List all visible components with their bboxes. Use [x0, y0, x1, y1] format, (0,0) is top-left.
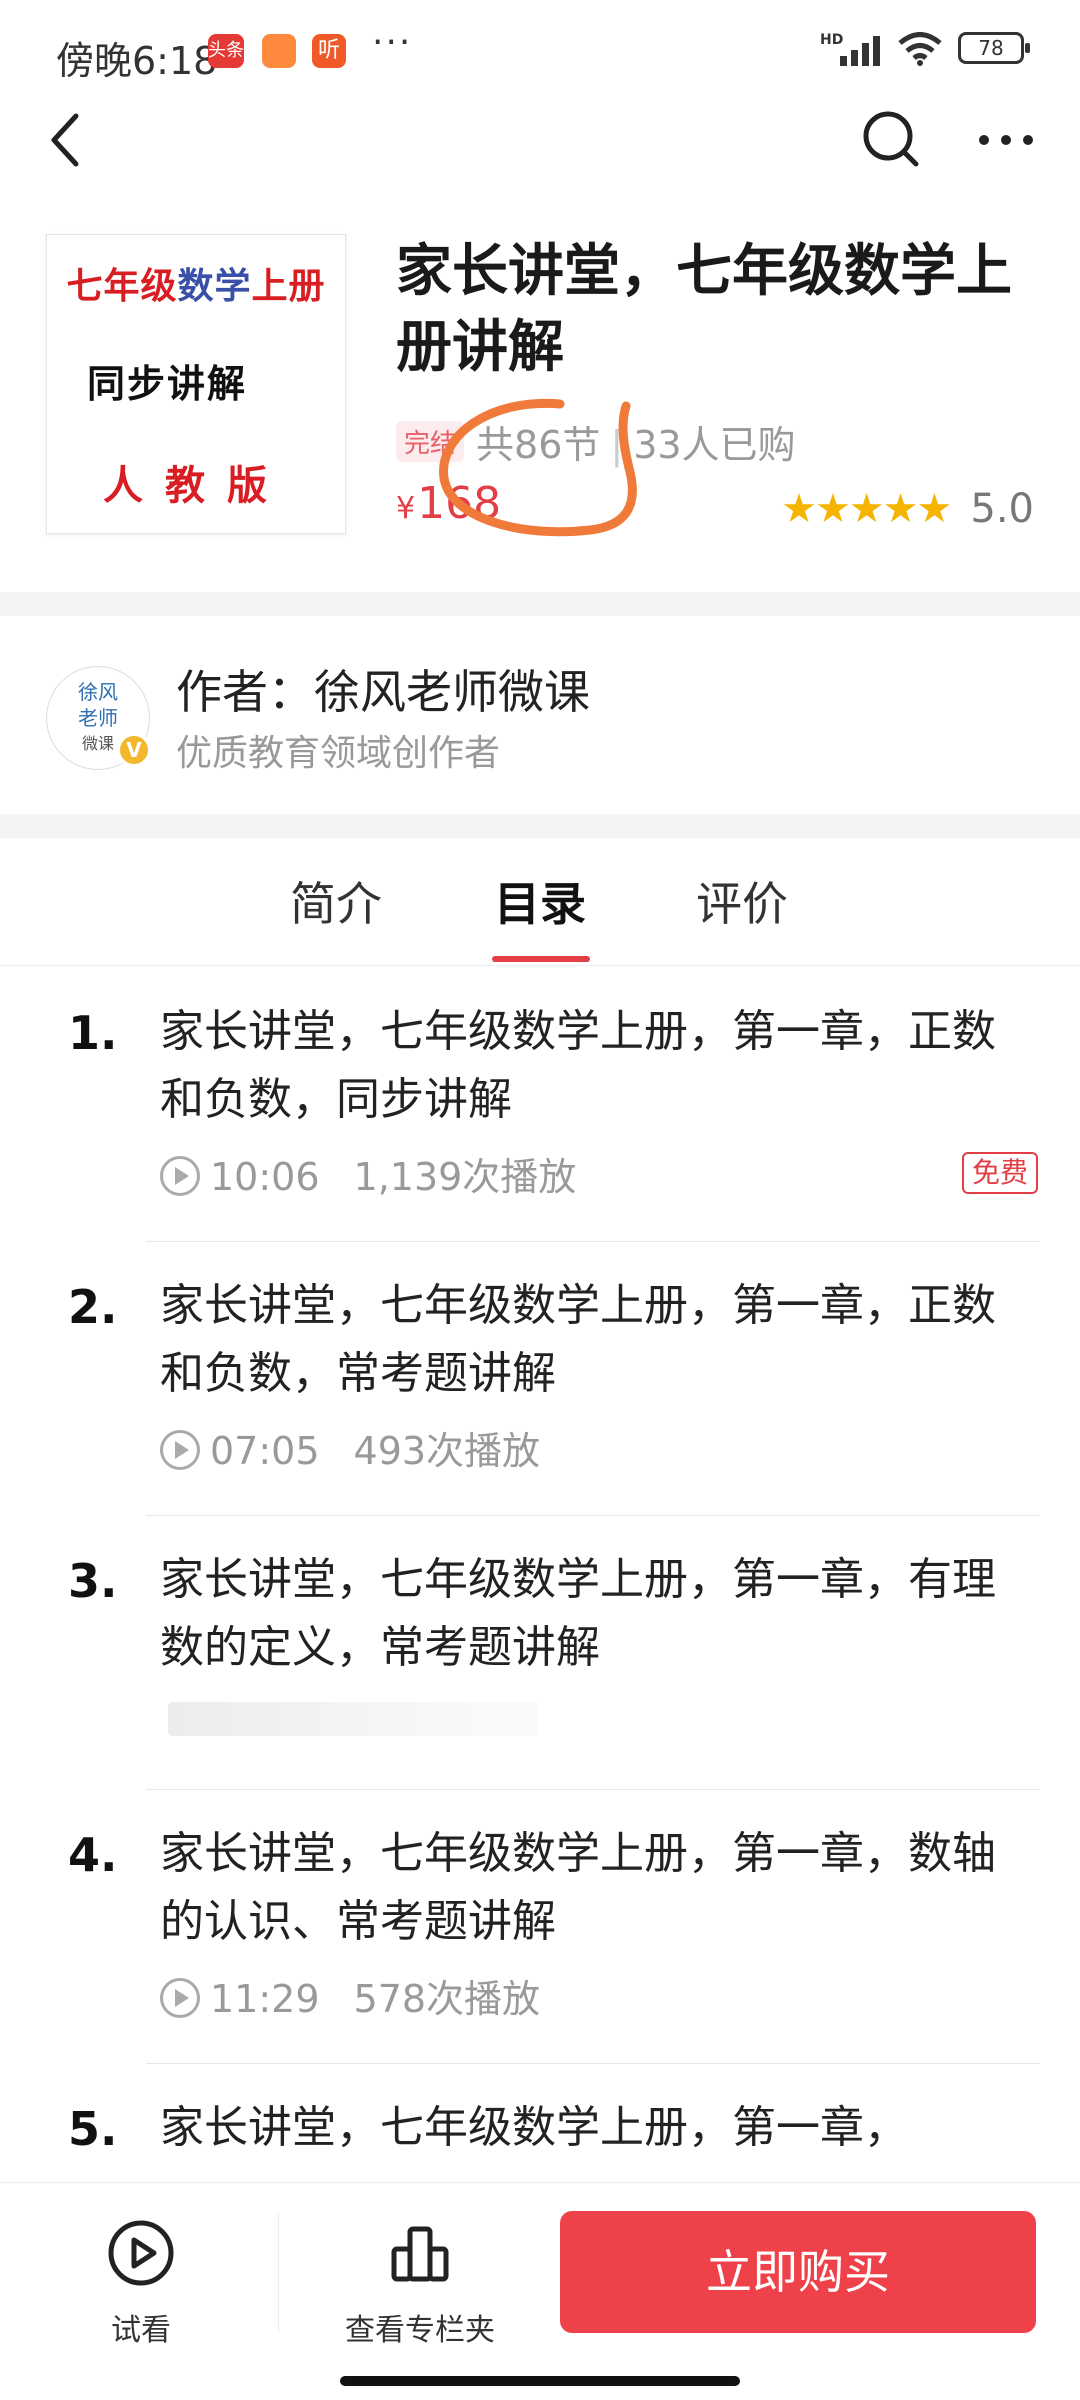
- play-icon: [160, 1156, 200, 1196]
- lesson-duration: 11:29: [210, 1977, 320, 2021]
- currency-symbol: ¥: [396, 491, 416, 526]
- cover-title: 七年级数学上册: [47, 257, 345, 309]
- back-icon[interactable]: [30, 100, 110, 180]
- avatar-text-line1: 徐风: [78, 680, 118, 704]
- view-column-folder-label: 查看专栏夹: [345, 2313, 495, 2348]
- listen-app-icon: 听: [312, 34, 346, 68]
- list-item[interactable]: 3. 家长讲堂，七年级数学上册，第一章，有理数的定义，常考题讲解: [0, 1516, 1080, 1790]
- cover-edition: 人教版: [103, 462, 289, 509]
- cover-title-subject: 数学: [177, 265, 252, 307]
- lesson-plays: 493次播放: [353, 1429, 541, 1473]
- loading-placeholder: [168, 1702, 538, 1736]
- hand-drawn-circle-annotation: [439, 398, 637, 537]
- trial-label: 试看: [111, 2313, 171, 2348]
- view-column-folder-button[interactable]: 查看专栏夹: [330, 2217, 510, 2349]
- active-tab-indicator: [492, 956, 590, 962]
- cover-subtitle: 同步讲解: [87, 362, 248, 406]
- shopping-app-icon: [262, 34, 296, 68]
- cover-title-volume: 上册: [251, 265, 326, 307]
- status-time: 傍晚6:18: [56, 39, 218, 83]
- free-badge: 免费: [961, 1152, 1038, 1194]
- cover-title-grade: 七年级: [66, 265, 178, 307]
- lesson-plays: 1,139次播放: [353, 1155, 577, 1199]
- more-icon[interactable]: [966, 100, 1046, 180]
- lesson-meta: 11:29 578次播放: [160, 1968, 540, 2023]
- lesson-duration: 07:05: [210, 1429, 320, 1473]
- section-divider: [0, 814, 1080, 838]
- lesson-number: 4.: [68, 1828, 118, 1882]
- course-title: 家长讲堂，七年级数学上册讲解: [396, 239, 1012, 380]
- tab-intro[interactable]: 简介: [290, 868, 382, 934]
- columns-icon: [391, 2226, 449, 2282]
- more-notifications-icon: ···: [372, 22, 413, 63]
- lesson-title: 家长讲堂，七年级数学上册，第一章，: [160, 2102, 908, 2153]
- section-divider: [0, 592, 1080, 616]
- divider: [278, 2213, 279, 2333]
- lesson-title: 家长讲堂，七年级数学上册，第一章，正数和负数，同步讲解: [160, 1006, 996, 1125]
- course-rating: ★★★★★ 5.0: [781, 486, 1034, 532]
- author-description: 优质教育领域创作者: [176, 733, 501, 774]
- lesson-number: 2.: [68, 1280, 118, 1334]
- wifi-icon: [898, 32, 942, 66]
- lesson-plays: 578次播放: [353, 1977, 541, 2021]
- signal-icon: [840, 36, 880, 66]
- tab-catalog[interactable]: 目录: [494, 868, 586, 934]
- avatar[interactable]: 徐风 老师 微课 V: [46, 666, 151, 770]
- lesson-number: 5.: [68, 2102, 118, 2156]
- toutiao-app-icon: 头条: [208, 34, 244, 68]
- bottom-action-bar: 试看 查看专栏夹 立即购买: [0, 2182, 1080, 2400]
- author-name[interactable]: 作者：徐风老师微课: [176, 656, 590, 722]
- tab-reviews[interactable]: 评价: [696, 868, 788, 934]
- play-icon: [160, 1978, 200, 2018]
- search-icon[interactable]: [852, 100, 932, 180]
- list-item[interactable]: 1. 家长讲堂，七年级数学上册，第一章，正数和负数，同步讲解 10:06 1,13…: [0, 968, 1080, 1242]
- list-item[interactable]: 2. 家长讲堂，七年级数学上册，第一章，正数和负数，常考题讲解 07:05 493…: [0, 1242, 1080, 1516]
- play-circle-icon: [108, 2220, 174, 2286]
- star-rating-icon: ★★★★★: [781, 486, 952, 532]
- play-icon: [160, 1430, 200, 1470]
- lesson-duration: 10:06: [210, 1155, 320, 1199]
- lesson-meta: 10:06 1,139次播放: [160, 1146, 576, 1201]
- lesson-title: 家长讲堂，七年级数学上册，第一章，数轴的认识、常考题讲解: [160, 1828, 996, 1947]
- status-bar: 傍晚6:18 头条 听 ··· HD 78: [0, 0, 1080, 100]
- lesson-title: 家长讲堂，七年级数学上册，第一章，正数和负数，常考题讲解: [160, 1280, 996, 1399]
- home-indicator[interactable]: [340, 2376, 740, 2386]
- course-cover[interactable]: 七年级数学上册 同步讲解 人教版: [46, 234, 346, 534]
- lesson-number: 3.: [68, 1554, 118, 1608]
- buyer-count: 33人已购: [633, 423, 796, 467]
- tab-bar: 简介 目录 评价: [0, 840, 1080, 966]
- lesson-number: 1.: [68, 1006, 118, 1060]
- avatar-text-line2: 老师: [78, 706, 118, 730]
- rating-value: 5.0: [970, 486, 1034, 532]
- battery-icon: 78: [958, 32, 1030, 64]
- verified-badge-icon: V: [117, 733, 151, 767]
- trial-button[interactable]: 试看: [86, 2217, 196, 2349]
- lesson-title: 家长讲堂，七年级数学上册，第一章，有理数的定义，常考题讲解: [160, 1554, 996, 1673]
- buy-now-button[interactable]: 立即购买: [560, 2211, 1036, 2333]
- list-item[interactable]: 4. 家长讲堂，七年级数学上册，第一章，数轴的认识、常考题讲解 11:29 578…: [0, 1790, 1080, 2064]
- lesson-meta: 07:05 493次播放: [160, 1420, 540, 1475]
- nav-bar: [0, 100, 1080, 220]
